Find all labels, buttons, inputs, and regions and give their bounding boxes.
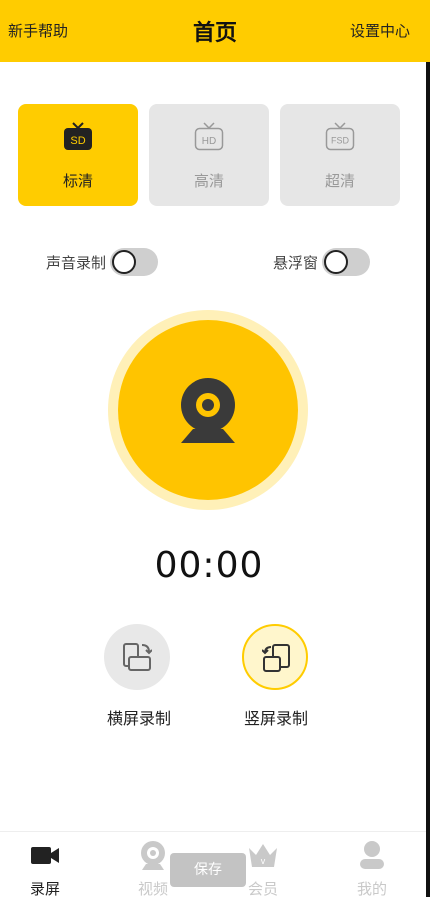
crown-icon: v — [249, 844, 277, 867]
save-toast: 保存 — [170, 853, 246, 887]
tab-label: 我的 — [356, 880, 387, 897]
quality-label-fsd: 超清 — [324, 172, 355, 190]
portrait-rotate-icon — [262, 644, 290, 672]
video-camera-icon — [31, 847, 59, 864]
tv-fsd-icon: FSD — [325, 122, 355, 151]
tv-hd-icon: HD — [194, 122, 224, 151]
tv-sd-icon: SD — [64, 122, 92, 150]
screen-edge — [426, 62, 430, 897]
landscape-record-label: 横屏录制 — [106, 709, 171, 728]
quality-label-hd: 高清 — [193, 172, 224, 190]
record-timer: 00:00 — [154, 545, 264, 586]
floating-window-row: 悬浮窗 — [273, 248, 371, 276]
quality-label-sd: 标清 — [62, 172, 93, 190]
top-bar: 新手帮助 首页 设置中心 — [0, 0, 430, 62]
svg-text:v: v — [261, 856, 266, 866]
tab-label: 录屏 — [29, 880, 60, 897]
quality-option-hd[interactable]: HD 高清 — [149, 104, 269, 206]
floating-window-label: 悬浮窗 — [273, 253, 319, 272]
svg-text:SD: SD — [70, 135, 85, 147]
audio-record-toggle[interactable] — [110, 248, 159, 276]
toggle-knob — [112, 250, 137, 274]
audio-record-label: 声音录制 — [46, 253, 107, 272]
landscape-record-button[interactable] — [104, 624, 170, 690]
toggle-knob — [324, 250, 349, 274]
quality-option-fsd[interactable]: FSD 超清 — [280, 104, 400, 206]
user-icon — [360, 841, 384, 869]
webcam-icon — [181, 378, 235, 443]
settings-link[interactable]: 设置中心 — [350, 20, 410, 41]
floating-window-toggle[interactable] — [322, 248, 371, 276]
quality-option-sd[interactable]: SD 标清 — [18, 104, 138, 206]
landscape-rotate-icon — [123, 643, 152, 671]
portrait-record-button[interactable] — [242, 624, 308, 690]
tab-profile[interactable]: 我的 — [327, 832, 417, 897]
svg-text:FSD: FSD — [331, 136, 350, 146]
audio-record-row: 声音录制 — [46, 248, 159, 276]
webcam-icon — [141, 841, 165, 870]
svg-text:HD: HD — [202, 136, 216, 147]
tab-screen-record[interactable]: 录屏 — [0, 832, 90, 897]
portrait-record-label: 竖屏录制 — [243, 709, 308, 728]
